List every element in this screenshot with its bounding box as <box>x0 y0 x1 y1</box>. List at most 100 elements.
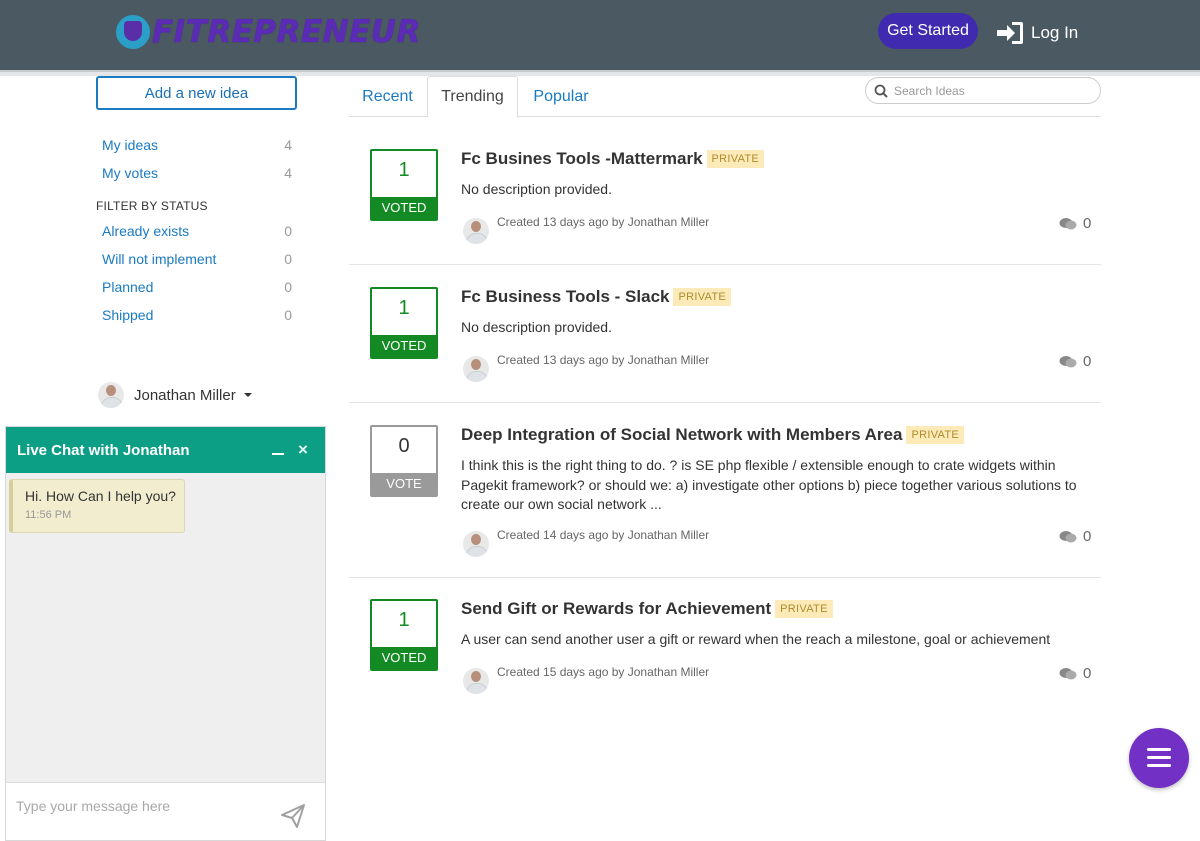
chat-title: Live Chat with Jonathan <box>17 441 190 459</box>
comments-count-value: 0 <box>1083 215 1092 232</box>
vote-button[interactable]: 1 VOTED <box>370 599 438 671</box>
idea-description: I think this is the right thing to do. ?… <box>461 457 1077 512</box>
idea-meta-text: Created 13 days ago by Jonathan Miller <box>497 215 710 229</box>
comment-icon <box>1059 530 1077 542</box>
logo[interactable]: FITREPRENEUR <box>116 12 421 52</box>
add-idea-button[interactable]: Add a new idea <box>96 76 297 110</box>
comments-count[interactable]: 0 <box>1059 215 1091 232</box>
floating-menu-button[interactable] <box>1129 728 1189 788</box>
comment-icon <box>1059 667 1077 679</box>
idea-meta: Created 13 days ago by Jonathan Miller <box>463 353 709 382</box>
vote-count: 1 <box>398 297 410 319</box>
vote-label: VOTED <box>372 335 436 357</box>
vote-count: 1 <box>398 159 410 181</box>
idea-meta: Created 15 days ago by Jonathan Miller <box>463 665 709 694</box>
login-label: Log In <box>1031 23 1079 42</box>
vote-button[interactable]: 1 VOTED <box>370 287 438 359</box>
comments-count-value: 0 <box>1083 353 1092 370</box>
idea-item: 1 VOTED Fc Business Tools - Slack PRIVAT… <box>349 265 1101 403</box>
status-filter-label[interactable]: Shipped <box>102 307 153 323</box>
comments-count[interactable]: 0 <box>1059 353 1091 370</box>
private-badge: PRIVATE <box>775 600 833 618</box>
sidebar-item-label[interactable]: My ideas <box>102 137 158 153</box>
private-badge: PRIVATE <box>906 426 965 444</box>
vote-count: 0 <box>398 435 410 457</box>
idea-description: No description provided. <box>461 319 612 335</box>
send-icon[interactable] <box>280 803 306 829</box>
idea-title[interactable]: Send Gift or Rewards for Achievement PRI… <box>461 599 833 619</box>
status-filter-shipped[interactable]: Shipped 0 <box>102 307 292 323</box>
status-filter-count: 0 <box>284 307 292 323</box>
idea-title-text[interactable]: Fc Busines Tools -Mattermark <box>461 149 703 169</box>
idea-description: No description provided. <box>461 181 612 197</box>
status-filter-already-exists[interactable]: Already exists 0 <box>102 223 292 239</box>
vote-label: VOTED <box>372 647 436 669</box>
status-filter-label[interactable]: Planned <box>102 279 153 295</box>
idea-meta-text: Created 15 days ago by Jonathan Miller <box>497 665 710 679</box>
idea-meta: Created 13 days ago by Jonathan Miller <box>463 215 709 244</box>
idea-item: 0 VOTE Deep Integration of Social Networ… <box>349 403 1101 578</box>
user-menu[interactable]: Jonathan Miller <box>98 382 252 408</box>
avatar <box>463 531 489 557</box>
status-filter-label[interactable]: Will not implement <box>102 251 216 267</box>
search-input[interactable] <box>894 83 1094 98</box>
chat-message-time: 11:56 PM <box>25 509 72 521</box>
chat-message-input[interactable] <box>16 795 266 817</box>
status-filter-planned[interactable]: Planned 0 <box>102 279 292 295</box>
tab-popular[interactable]: Popular <box>519 76 603 117</box>
chat-header[interactable]: Live Chat with Jonathan × <box>6 427 325 473</box>
vote-count: 1 <box>398 609 410 631</box>
sidebar-item-count: 4 <box>284 165 292 181</box>
idea-meta: Created 14 days ago by Jonathan Miller <box>463 528 709 557</box>
caret-down-icon <box>243 393 252 397</box>
private-badge: PRIVATE <box>706 150 765 168</box>
idea-meta-text: Created 14 days ago by Jonathan Miller <box>497 528 710 542</box>
user-name: Jonathan Miller <box>134 386 236 404</box>
idea-title-text[interactable]: Fc Business Tools - Slack <box>461 287 669 307</box>
status-filter-will-not-implement[interactable]: Will not implement 0 <box>102 251 292 267</box>
idea-item: 1 VOTED Send Gift or Rewards for Achieve… <box>349 578 1101 703</box>
status-filter-count: 0 <box>284 279 292 295</box>
top-navbar: FITREPRENEUR Get Started Log In <box>0 0 1200 70</box>
comments-count-value: 0 <box>1083 665 1092 682</box>
idea-title[interactable]: Deep Integration of Social Network with … <box>461 425 965 445</box>
private-badge: PRIVATE <box>673 288 732 306</box>
vote-button[interactable]: 1 VOTED <box>370 149 438 221</box>
chat-input-area <box>6 782 325 840</box>
status-filter-label[interactable]: Already exists <box>102 223 189 239</box>
comments-count[interactable]: 0 <box>1059 528 1091 545</box>
sidebar-item-label[interactable]: My votes <box>102 165 158 181</box>
minimize-icon[interactable] <box>272 453 284 455</box>
vote-label: VOTE <box>372 473 436 495</box>
status-filter-count: 0 <box>284 223 292 239</box>
comment-icon <box>1059 217 1077 229</box>
sidebar-item-my-votes[interactable]: My votes 4 <box>102 165 292 181</box>
login-icon <box>997 22 1023 44</box>
chat-message: Hi. How Can I help you? 11:56 PM <box>9 479 185 533</box>
comments-count[interactable]: 0 <box>1059 665 1091 682</box>
idea-title-text[interactable]: Send Gift or Rewards for Achievement <box>461 599 771 619</box>
sidebar-item-my-ideas[interactable]: My ideas 4 <box>102 137 292 153</box>
idea-description: A user can send another user a gift or r… <box>461 631 1051 647</box>
sidebar-item-count: 4 <box>284 137 292 153</box>
avatar <box>98 382 124 408</box>
idea-title[interactable]: Fc Busines Tools -Mattermark PRIVATE <box>461 149 765 169</box>
avatar <box>463 218 489 244</box>
tab-trending[interactable]: Trending <box>427 76 518 118</box>
idea-meta-text: Created 13 days ago by Jonathan Miller <box>497 353 710 367</box>
idea-title-text[interactable]: Deep Integration of Social Network with … <box>461 425 902 445</box>
vote-button[interactable]: 0 VOTE <box>370 425 438 497</box>
tab-recent[interactable]: Recent <box>349 76 426 117</box>
close-icon[interactable]: × <box>298 440 308 460</box>
filter-by-status-heading: FILTER BY STATUS <box>96 199 208 213</box>
avatar <box>463 356 489 382</box>
logo-text: FITREPRENEUR <box>152 14 421 50</box>
vote-label: VOTED <box>372 197 436 219</box>
live-chat-widget: Live Chat with Jonathan × Hi. How Can I … <box>5 426 326 841</box>
login-link[interactable]: Log In <box>995 18 1078 48</box>
idea-item: 1 VOTED Fc Busines Tools -Mattermark PRI… <box>349 137 1101 265</box>
logo-icon <box>116 15 150 49</box>
idea-title[interactable]: Fc Business Tools - Slack PRIVATE <box>461 287 732 307</box>
get-started-button[interactable]: Get Started <box>878 13 978 49</box>
search-icon <box>874 84 888 98</box>
